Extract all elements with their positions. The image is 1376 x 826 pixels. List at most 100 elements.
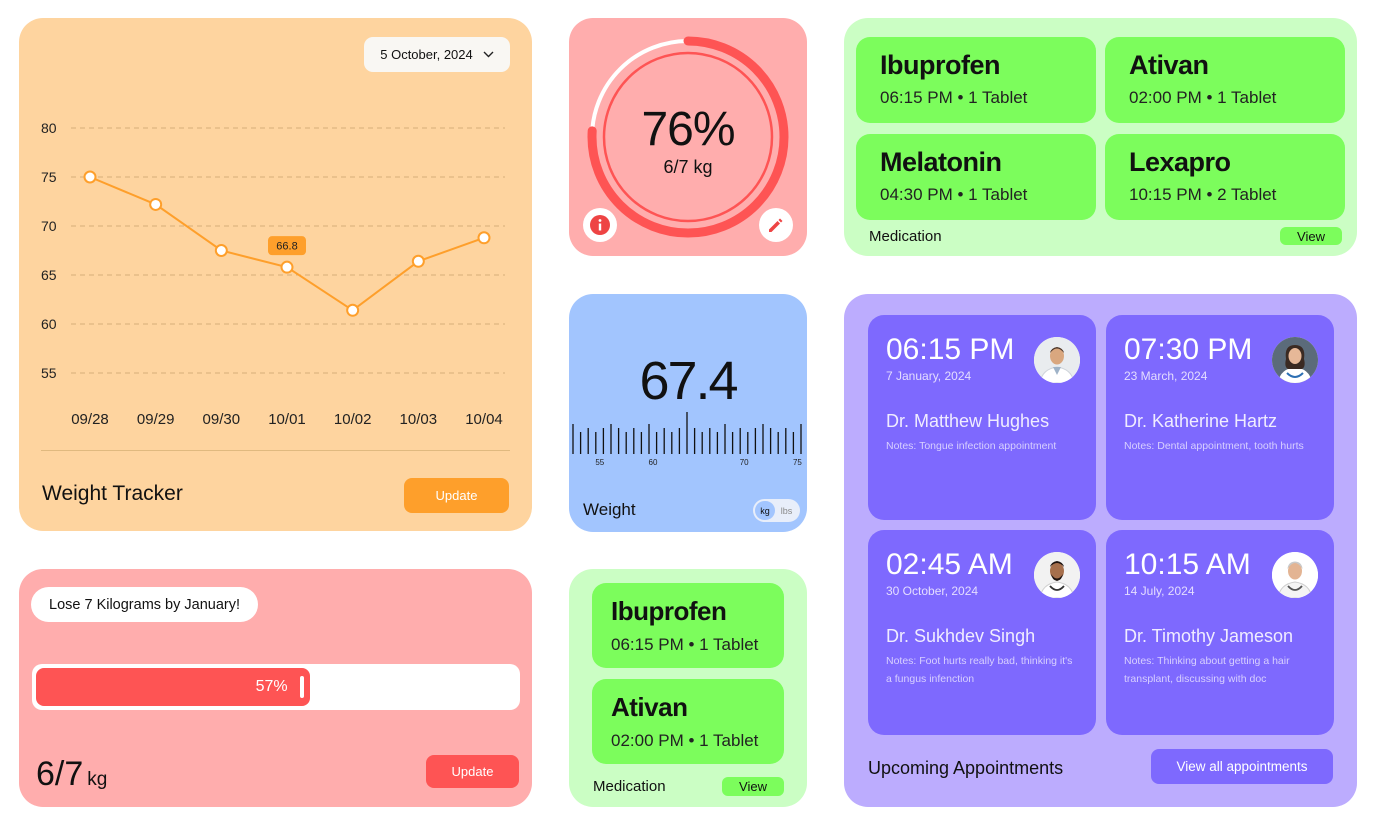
divider <box>41 450 510 451</box>
appointment-time: 02:45 AM <box>886 548 1013 581</box>
medication-title: Medication <box>869 228 942 245</box>
goal-card: Lose 7 Kilograms by January! 57% 6/7 kg U… <box>19 569 532 807</box>
ruler-label: 55 <box>595 458 604 467</box>
y-tick-label: 80 <box>41 120 57 136</box>
medication-item[interactable]: Ibuprofen 06:15 PM • 1 Tablet <box>856 37 1096 123</box>
medication-schedule: 02:00 PM • 1 Tablet <box>1129 88 1277 107</box>
y-tick-label: 65 <box>41 267 57 283</box>
appointments-card: 06:15 PM 7 January, 2024 Dr. Matthew Hug… <box>844 294 1357 807</box>
view-button[interactable]: View <box>722 777 784 796</box>
medication-name: Ativan <box>1129 50 1209 80</box>
progress-ring-card: 76% 6/7 kg <box>569 18 807 256</box>
appointment-date: 14 July, 2024 <box>1124 584 1195 598</box>
progress-handle[interactable] <box>299 676 304 698</box>
y-tick-label: 60 <box>41 316 57 332</box>
ruler-label: 75 <box>793 458 802 467</box>
appointment-card[interactable]: 02:45 AM 30 October, 2024 Dr. Sukhdev Si… <box>868 530 1096 735</box>
update-button[interactable]: Update <box>404 478 509 513</box>
x-tick-label: 10/02 <box>334 411 372 428</box>
doctor-avatar <box>1034 337 1080 383</box>
medication-card-small: Ibuprofen 06:15 PM • 1 Tablet Ativan 02:… <box>569 569 807 807</box>
appointment-notes: Notes: Thinking about getting a hair tra… <box>1124 655 1290 685</box>
unit-kg[interactable]: kg <box>755 501 775 520</box>
appointment-time: 10:15 AM <box>1124 548 1251 581</box>
appointment-date: 23 March, 2024 <box>1124 369 1208 383</box>
medication-item[interactable]: Ativan 02:00 PM • 1 Tablet <box>1105 37 1345 123</box>
weight-card: 67.4 55 60 70 75 Weight kg lbs <box>569 294 807 532</box>
goal-progress-bar[interactable]: 57% <box>32 664 520 710</box>
weight-ruler[interactable]: 55 60 70 75 <box>569 404 807 469</box>
medication-item[interactable]: Melatonin 04:30 PM • 1 Tablet <box>856 134 1096 220</box>
doctor-avatar <box>1272 337 1318 383</box>
medication-item[interactable]: Ativan 02:00 PM • 1 Tablet <box>592 679 784 764</box>
doctor-avatar-image <box>1272 552 1318 598</box>
unit-toggle[interactable]: kg lbs <box>753 499 800 522</box>
unit-lbs[interactable]: lbs <box>775 506 798 516</box>
appointment-time: 06:15 PM <box>886 333 1015 366</box>
tooltip-value: 66.8 <box>276 241 297 253</box>
x-tick-label: 09/30 <box>203 411 241 428</box>
appointment-card[interactable]: 06:15 PM 7 January, 2024 Dr. Matthew Hug… <box>868 315 1096 520</box>
appointments-title: Upcoming Appointments <box>868 758 1064 778</box>
y-tick-label: 75 <box>41 169 57 185</box>
medication-name: Ibuprofen <box>611 596 727 626</box>
doctor-avatar <box>1034 552 1080 598</box>
medication-item[interactable]: Lexapro 10:15 PM • 2 Tablet <box>1105 134 1345 220</box>
doctor-avatar-image <box>1272 337 1318 383</box>
pencil-icon <box>769 218 783 232</box>
chevron-down-icon <box>483 51 494 58</box>
doctor-avatar-image <box>1034 552 1080 598</box>
doctor-name: Dr. Katherine Hartz <box>1124 411 1278 431</box>
info-icon <box>590 215 610 235</box>
medication-title: Medication <box>593 778 666 795</box>
doctor-avatar <box>1272 552 1318 598</box>
x-tick-label: 10/04 <box>465 411 503 428</box>
doctor-avatar-image <box>1034 337 1080 383</box>
doctor-name: Dr. Sukhdev Singh <box>886 626 1036 646</box>
data-point <box>214 244 228 257</box>
edit-button[interactable] <box>759 208 793 242</box>
medication-schedule: 04:30 PM • 1 Tablet <box>880 185 1028 204</box>
x-tick-label: 09/29 <box>137 411 175 428</box>
weight-tracker-card: 80 75 70 65 60 55 09/28 09/29 09/30 10/01 10/02 10/… <box>19 18 532 531</box>
ring-percent: 76% <box>641 103 735 156</box>
info-button[interactable] <box>583 208 617 242</box>
goal-current: 6/7 <box>36 755 84 793</box>
appointment-notes: Notes: Dental appointment, tooth hurts <box>1124 440 1304 452</box>
medication-name: Ativan <box>611 692 688 722</box>
goal-progress-label: 57% <box>255 678 288 695</box>
data-point <box>149 197 163 211</box>
appointment-date: 30 October, 2024 <box>886 584 979 598</box>
appointment-time: 07:30 PM <box>1124 333 1253 366</box>
x-tick-label: 09/28 <box>71 411 109 428</box>
weight-tracker-title: Weight Tracker <box>42 482 183 505</box>
medication-schedule: 06:15 PM • 1 Tablet <box>611 635 759 654</box>
doctor-name: Dr. Matthew Hughes <box>886 411 1050 431</box>
medication-name: Ibuprofen <box>880 50 1000 80</box>
medication-schedule: 02:00 PM • 1 Tablet <box>611 731 759 750</box>
data-point <box>280 260 294 274</box>
weight-value: 67.4 <box>639 351 738 411</box>
ruler-label: 70 <box>740 458 749 467</box>
ring-subtitle: 6/7 kg <box>663 157 713 177</box>
goal-unit: kg <box>87 769 108 790</box>
ruler-label: 60 <box>649 458 658 467</box>
view-all-appointments-button[interactable]: View all appointments <box>1151 749 1333 784</box>
goal-current-value: 6/7 kg <box>36 755 107 794</box>
appointment-date: 7 January, 2024 <box>886 369 972 383</box>
y-tick-label: 70 <box>41 218 57 234</box>
update-button[interactable]: Update <box>426 755 519 788</box>
medication-item[interactable]: Ibuprofen 06:15 PM • 1 Tablet <box>592 583 784 668</box>
x-tick-label: 10/01 <box>268 411 306 428</box>
medication-schedule: 10:15 PM • 2 Tablet <box>1129 185 1277 204</box>
date-selector[interactable]: 5 October, 2024 <box>364 37 510 72</box>
appointment-notes: Notes: Foot hurts really bad, thinking i… <box>886 655 1073 685</box>
appointment-card[interactable]: 10:15 AM 14 July, 2024 Dr. Timothy James… <box>1106 530 1334 735</box>
medication-name: Lexapro <box>1129 147 1231 177</box>
view-button[interactable]: View <box>1280 227 1342 245</box>
appointment-notes: Notes: Tongue infection appointment <box>886 440 1057 452</box>
doctor-name: Dr. Timothy Jameson <box>1124 626 1294 646</box>
medication-schedule: 06:15 PM • 1 Tablet <box>880 88 1028 107</box>
medication-name: Melatonin <box>880 147 1002 177</box>
appointment-card[interactable]: 07:30 PM 23 March, 2024 Dr. Katherine Ha… <box>1106 315 1334 520</box>
